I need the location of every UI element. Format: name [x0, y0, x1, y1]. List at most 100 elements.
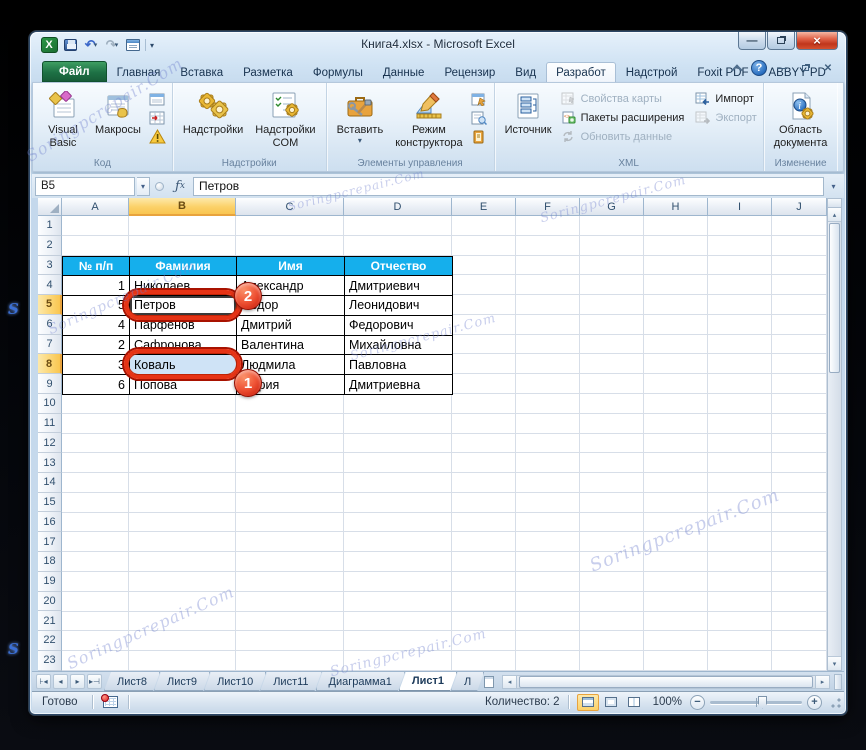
- row-header-2[interactable]: 2: [38, 236, 62, 256]
- row-header-1[interactable]: 1: [38, 216, 62, 236]
- addins-button[interactable]: Надстройки: [179, 87, 247, 140]
- run-dialog-button[interactable]: [471, 129, 488, 144]
- cell-A6[interactable]: 4: [63, 316, 130, 336]
- cell-D6[interactable]: Федорович: [345, 316, 453, 336]
- column-header-D[interactable]: D: [344, 198, 452, 216]
- cell-D9[interactable]: Дмитриевна: [345, 375, 453, 395]
- scroll-right-icon[interactable]: ▸: [815, 675, 830, 689]
- column-header-B[interactable]: B: [129, 198, 236, 216]
- sheet-tab-лист8[interactable]: Лист8: [104, 672, 160, 691]
- workbook-restore-button[interactable]: [797, 63, 813, 74]
- row-header-4[interactable]: 4: [38, 275, 62, 295]
- horizontal-scroll-thumb[interactable]: [519, 676, 813, 688]
- column-header-H[interactable]: H: [644, 198, 708, 216]
- row-header-23[interactable]: 23: [38, 651, 62, 671]
- name-box-dropdown-icon[interactable]: ▾: [137, 177, 150, 196]
- row-header-5[interactable]: 5: [38, 295, 62, 315]
- row-header-21[interactable]: 21: [38, 611, 62, 631]
- cell-D5[interactable]: Леонидович: [345, 296, 453, 316]
- next-sheet-icon[interactable]: ▸: [70, 674, 85, 689]
- row-header-18[interactable]: 18: [38, 552, 62, 572]
- zoom-thumb[interactable]: [758, 696, 767, 709]
- expansion-packs-button[interactable]: <> Пакеты расширения: [560, 108, 685, 127]
- ribbon-tab-разработ[interactable]: Разработ: [546, 62, 616, 82]
- ribbon-tab-данные[interactable]: Данные: [373, 62, 435, 82]
- row-header-8[interactable]: 8: [38, 354, 62, 374]
- cell-A8[interactable]: 3: [63, 355, 130, 375]
- column-header-G[interactable]: G: [580, 198, 644, 216]
- row-header-20[interactable]: 20: [38, 592, 62, 612]
- row-header-12[interactable]: 12: [38, 433, 62, 453]
- map-properties-button[interactable]: Свойства карты: [560, 89, 685, 108]
- properties-button[interactable]: [471, 91, 488, 106]
- cell-A7[interactable]: 2: [63, 336, 130, 356]
- first-sheet-icon[interactable]: ⊦◂: [36, 674, 51, 689]
- relative-references-button[interactable]: [149, 110, 166, 125]
- row-header-7[interactable]: 7: [38, 335, 62, 355]
- design-mode-button[interactable]: Режим конструктора: [391, 87, 466, 152]
- vertical-split-handle[interactable]: [828, 199, 841, 208]
- com-addins-button[interactable]: Надстройки COM: [251, 87, 319, 152]
- vertical-scroll-thumb[interactable]: [829, 223, 840, 373]
- ribbon-tab-вид[interactable]: Вид: [505, 62, 546, 82]
- ribbon-tab-рецензир[interactable]: Рецензир: [434, 62, 505, 82]
- cell-D7[interactable]: Михайловна: [345, 336, 453, 356]
- sheet-tab-лист1[interactable]: Лист1: [399, 672, 457, 691]
- visual-basic-button[interactable]: Visual Basic: [39, 87, 87, 152]
- formula-bar-expand-icon[interactable]: ▾: [826, 177, 841, 196]
- zoom-in-button[interactable]: +: [807, 695, 822, 710]
- cell-D8[interactable]: Павловна: [345, 355, 453, 375]
- name-box[interactable]: B5: [35, 177, 135, 196]
- restore-button[interactable]: [767, 32, 795, 50]
- insert-controls-button[interactable]: Вставить ▾: [333, 87, 388, 146]
- document-panel-button[interactable]: i Область документа: [770, 87, 832, 152]
- sheet-tab-лист10[interactable]: Лист10: [204, 672, 266, 691]
- record-macro-status-icon[interactable]: [103, 696, 118, 708]
- formula-input[interactable]: Петров: [193, 177, 824, 196]
- scroll-up-icon[interactable]: ▴: [828, 208, 841, 222]
- ribbon-tab-файл[interactable]: Файл: [42, 61, 107, 82]
- workbook-close-button[interactable]: ✕: [820, 63, 836, 74]
- row-header-16[interactable]: 16: [38, 512, 62, 532]
- column-header-A[interactable]: A: [62, 198, 129, 216]
- row-header-13[interactable]: 13: [38, 453, 62, 473]
- row-header-10[interactable]: 10: [38, 394, 62, 414]
- sheet-tab-лист11[interactable]: Лист11: [260, 672, 321, 691]
- help-icon[interactable]: ?: [751, 60, 767, 76]
- import-button[interactable]: Импорт: [694, 89, 756, 108]
- prev-sheet-icon[interactable]: ◂: [53, 674, 68, 689]
- macro-security-button[interactable]: [149, 129, 166, 144]
- record-macro-button[interactable]: [149, 91, 166, 106]
- grid-body[interactable]: № п/пФамилияИмяОтчество1НиколаевАлександ…: [62, 216, 827, 671]
- scroll-left-icon[interactable]: ◂: [502, 675, 517, 689]
- vertical-scrollbar[interactable]: ▴ ▾: [827, 198, 842, 671]
- row-header-11[interactable]: 11: [38, 414, 62, 434]
- ribbon-tab-вставка[interactable]: Вставка: [170, 62, 233, 82]
- cell-A9[interactable]: 6: [63, 375, 130, 395]
- cell-C7[interactable]: Валентина: [237, 336, 345, 356]
- row-header-15[interactable]: 15: [38, 493, 62, 513]
- view-code-button[interactable]: [471, 110, 488, 125]
- formula-bar-resize-dot[interactable]: [155, 182, 164, 191]
- xml-source-button[interactable]: Источник: [501, 87, 556, 140]
- cell-D4[interactable]: Дмитриевич: [345, 276, 453, 296]
- row-header-19[interactable]: 19: [38, 572, 62, 592]
- cell-A5[interactable]: 5: [63, 296, 130, 316]
- column-header-I[interactable]: I: [708, 198, 772, 216]
- row-header-3[interactable]: 3: [38, 256, 62, 276]
- resize-grip[interactable]: [829, 697, 842, 710]
- ribbon-tab-формулы[interactable]: Формулы: [303, 62, 373, 82]
- refresh-data-button[interactable]: Обновить данные: [560, 127, 685, 146]
- ribbon-tab-главная[interactable]: Главная: [107, 62, 171, 82]
- export-button[interactable]: Экспорт: [694, 108, 756, 127]
- row-header-17[interactable]: 17: [38, 532, 62, 552]
- column-header-F[interactable]: F: [516, 198, 580, 216]
- page-break-view-button[interactable]: [623, 694, 645, 711]
- zoom-track[interactable]: [710, 701, 802, 704]
- row-header-22[interactable]: 22: [38, 631, 62, 651]
- sheet-tab-диаграмма1[interactable]: Диаграмма1: [316, 672, 405, 691]
- ribbon-tab-разметка[interactable]: Разметка: [233, 62, 303, 82]
- cell-C6[interactable]: Дмитрий: [237, 316, 345, 336]
- row-header-6[interactable]: 6: [38, 315, 62, 335]
- column-header-J[interactable]: J: [772, 198, 827, 216]
